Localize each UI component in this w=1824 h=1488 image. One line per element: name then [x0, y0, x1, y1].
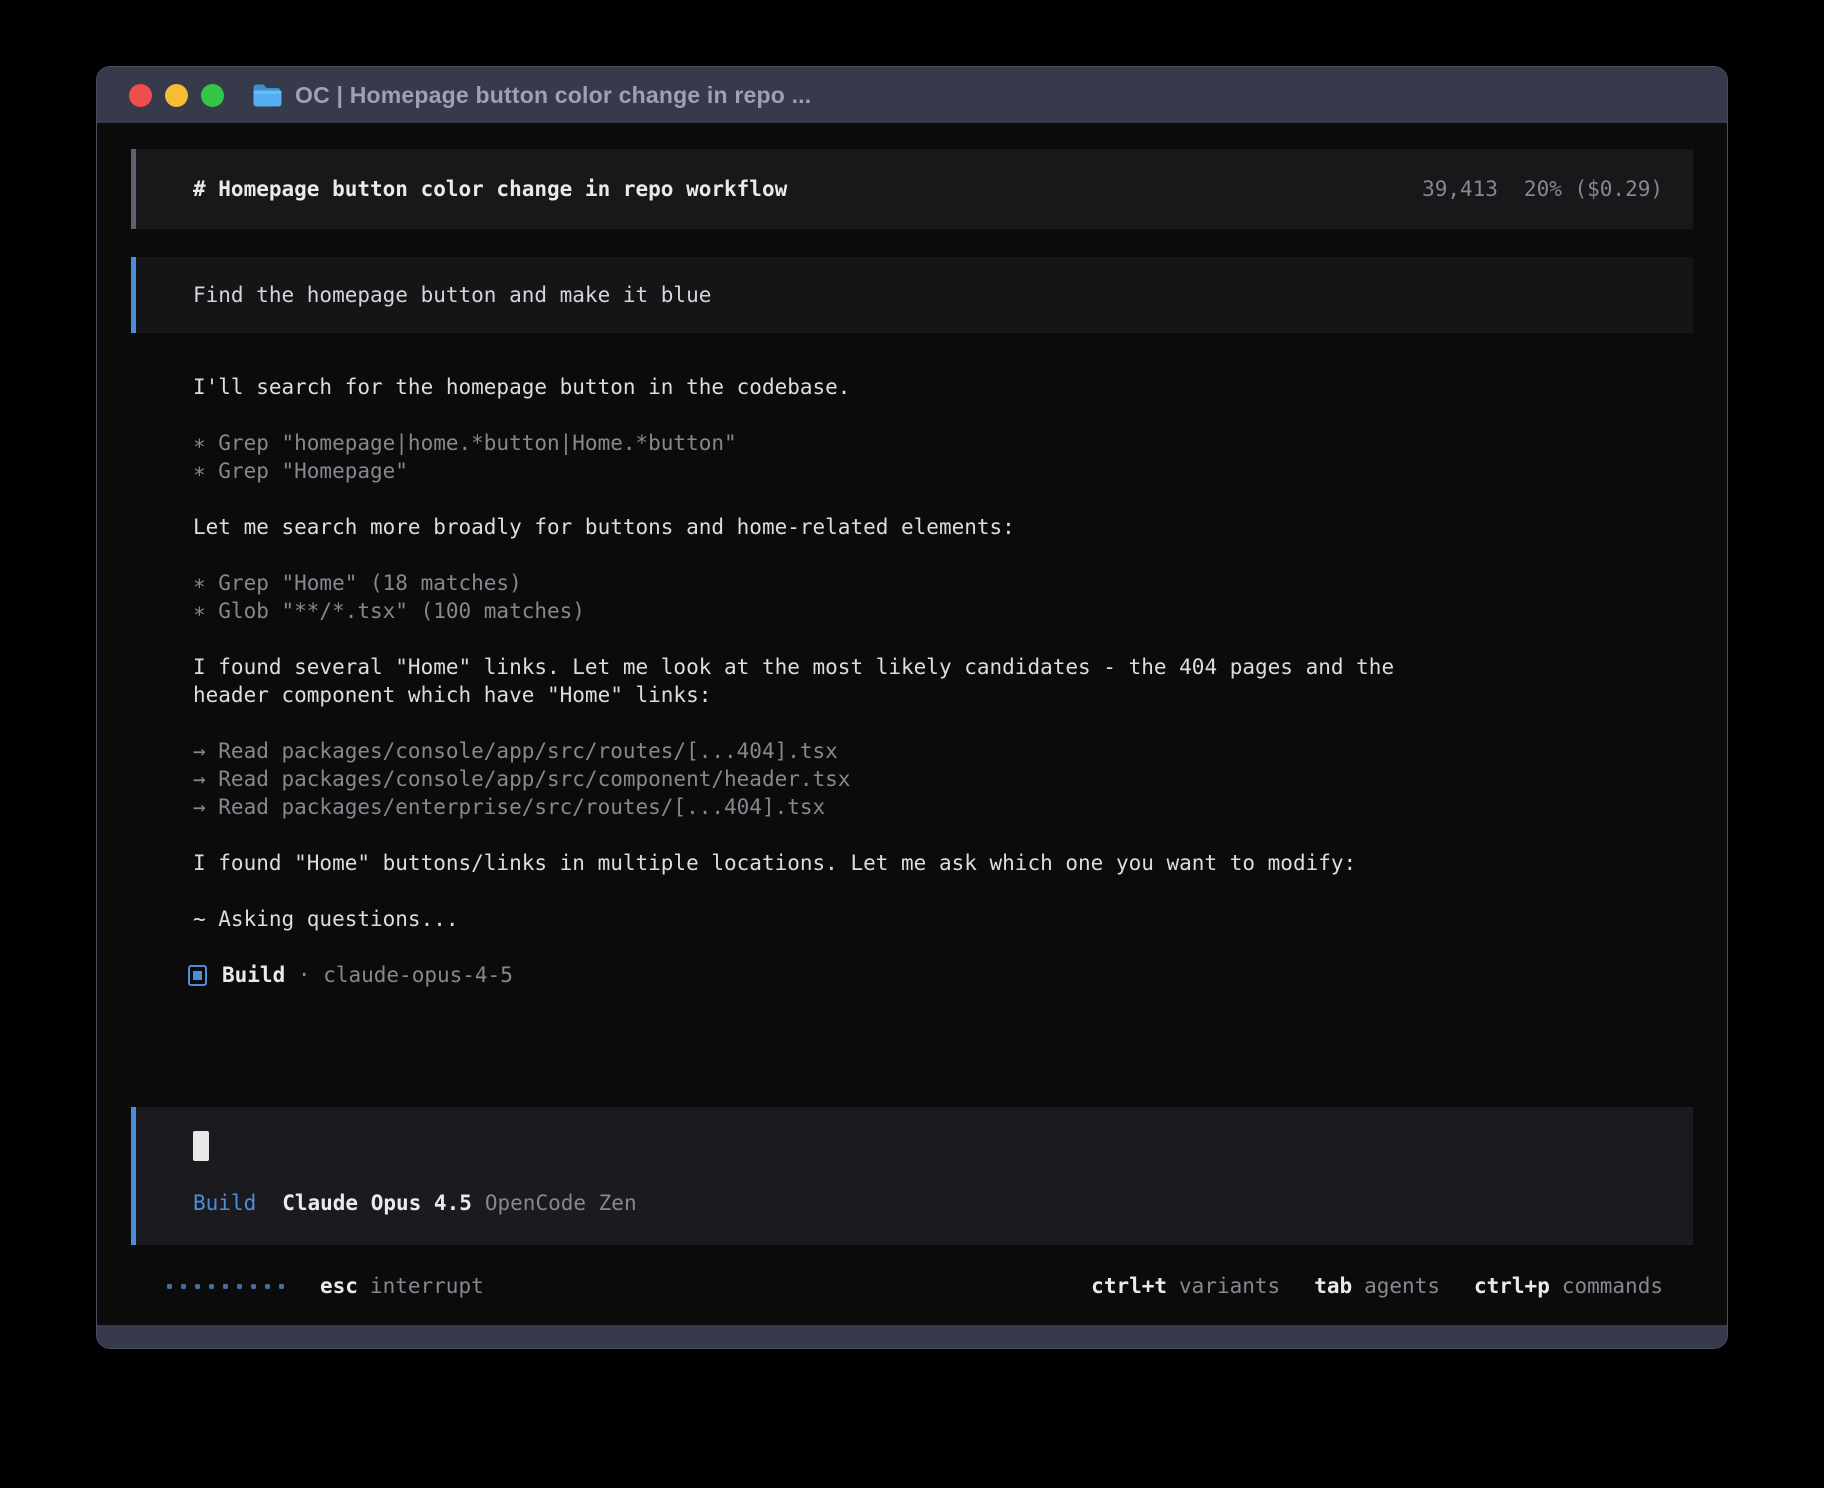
spinner-dot: [279, 1284, 284, 1289]
window-title: OC | Homepage button color change in rep…: [295, 82, 811, 109]
assistant-text: I found several "Home" links. Let me loo…: [193, 653, 1693, 709]
agent-name: Build: [222, 961, 285, 989]
assistant-text: I'll search for the homepage button in t…: [193, 373, 1693, 401]
agent-status-line: Build · claude-opus-4-5: [131, 961, 1693, 989]
tool-call-line: → Read packages/console/app/src/routes/[…: [193, 737, 1693, 765]
assistant-text-line: I found several "Home" links. Let me loo…: [193, 653, 1693, 681]
spinner-dot: [223, 1284, 228, 1289]
user-message-text: Find the homepage button and make it blu…: [193, 283, 711, 307]
window-title-bar[interactable]: OC | Homepage button color change in rep…: [97, 67, 1727, 123]
status-bar-left: esc interrupt: [167, 1273, 484, 1299]
hint-key: tab: [1314, 1273, 1352, 1299]
assistant-text-line: I'll search for the homepage button in t…: [193, 373, 1693, 401]
status-separator: [285, 961, 298, 989]
tool-call-line: ∗ Glob "**/*.tsx" (100 matches): [193, 597, 1693, 625]
close-button[interactable]: [129, 84, 152, 107]
assistant-text: ~ Asking questions...: [193, 905, 1693, 933]
terminal-window: OC | Homepage button color change in rep…: [96, 66, 1728, 1349]
session-stats: 39,413 20% ($0.29): [1422, 177, 1663, 201]
spinner-dot: [237, 1284, 242, 1289]
spinner-dot: [181, 1284, 186, 1289]
tool-call-line: ∗ Grep "Homepage": [193, 457, 1693, 485]
tool-call-line: ∗ Grep "homepage|home.*button|Home.*butt…: [193, 429, 1693, 457]
conversation: I'll search for the homepage button in t…: [131, 373, 1693, 961]
window-footer: [97, 1325, 1727, 1348]
esc-label: interrupt: [370, 1273, 484, 1299]
context-cost: 20% ($0.29): [1524, 177, 1663, 201]
agent-model: claude-opus-4-5: [323, 961, 513, 989]
assistant-text: I found "Home" buttons/links in multiple…: [193, 849, 1693, 877]
assistant-text-line: I found "Home" buttons/links in multiple…: [193, 849, 1693, 877]
assistant-text-line: Let me search more broadly for buttons a…: [193, 513, 1693, 541]
user-message: Find the homepage button and make it blu…: [131, 257, 1693, 333]
tool-call-line: → Read packages/console/app/src/componen…: [193, 765, 1693, 793]
spinner-dot: [195, 1284, 200, 1289]
zoom-button[interactable]: [201, 84, 224, 107]
input-area: Build Claude Opus 4.5 OpenCode Zen esc i…: [131, 1107, 1693, 1299]
input-provider-label: OpenCode Zen: [485, 1189, 637, 1217]
hint-label: commands: [1562, 1273, 1663, 1299]
text-cursor: [193, 1131, 209, 1161]
spinner-dot: [209, 1284, 214, 1289]
tool-call-line: → Read packages/enterprise/src/routes/[.…: [193, 793, 1693, 821]
spinner-dot: [167, 1284, 172, 1289]
tool-call-line: ∗ Grep "Home" (18 matches): [193, 569, 1693, 597]
agent-build-icon: [188, 965, 207, 986]
hint-label: variants: [1179, 1273, 1280, 1299]
hint-variants: ctrl+t variants: [1091, 1273, 1280, 1299]
spinner-dot: [251, 1284, 256, 1289]
token-count: 39,413: [1422, 177, 1498, 201]
status-model: [311, 961, 324, 989]
status-bar-hints: ctrl+t variants tab agents ctrl+p commands: [1091, 1273, 1663, 1299]
terminal-content: # Homepage button color change in repo w…: [97, 123, 1727, 1325]
spinner-dot: [265, 1284, 270, 1289]
input-meta-row: Build Claude Opus 4.5 OpenCode Zen: [193, 1189, 1663, 1217]
status-separator-dot: ·: [298, 961, 311, 989]
esc-key: esc: [320, 1273, 358, 1299]
assistant-text-line: ~ Asking questions...: [193, 905, 1693, 933]
hint-commands: ctrl+p commands: [1474, 1273, 1663, 1299]
session-title: # Homepage button color change in repo w…: [193, 177, 787, 201]
folder-icon: [252, 83, 283, 108]
window-controls: [129, 84, 224, 107]
assistant-text-line: header component which have "Home" links…: [193, 681, 1693, 709]
hint-key: ctrl+p: [1474, 1273, 1550, 1299]
assistant-text: Let me search more broadly for buttons a…: [193, 513, 1693, 541]
minimize-button[interactable]: [165, 84, 188, 107]
tool-call-group: ∗ Grep "Home" (18 matches)∗ Glob "**/*.t…: [193, 569, 1693, 625]
session-header: # Homepage button color change in repo w…: [131, 149, 1693, 229]
hint-agents: tab agents: [1314, 1273, 1440, 1299]
input-agent-label: Build: [193, 1189, 256, 1217]
hint-label: agents: [1364, 1273, 1440, 1299]
tool-call-group: ∗ Grep "homepage|home.*button|Home.*butt…: [193, 429, 1693, 485]
spinner-dots-icon: [167, 1284, 284, 1289]
input-model-label: Claude Opus 4.5: [282, 1189, 472, 1217]
message-input[interactable]: Build Claude Opus 4.5 OpenCode Zen: [131, 1107, 1693, 1245]
tool-call-group: → Read packages/console/app/src/routes/[…: [193, 737, 1693, 821]
hint-key: ctrl+t: [1091, 1273, 1167, 1299]
status-bar: esc interrupt ctrl+tvariantstabagentsctr…: [131, 1273, 1693, 1299]
